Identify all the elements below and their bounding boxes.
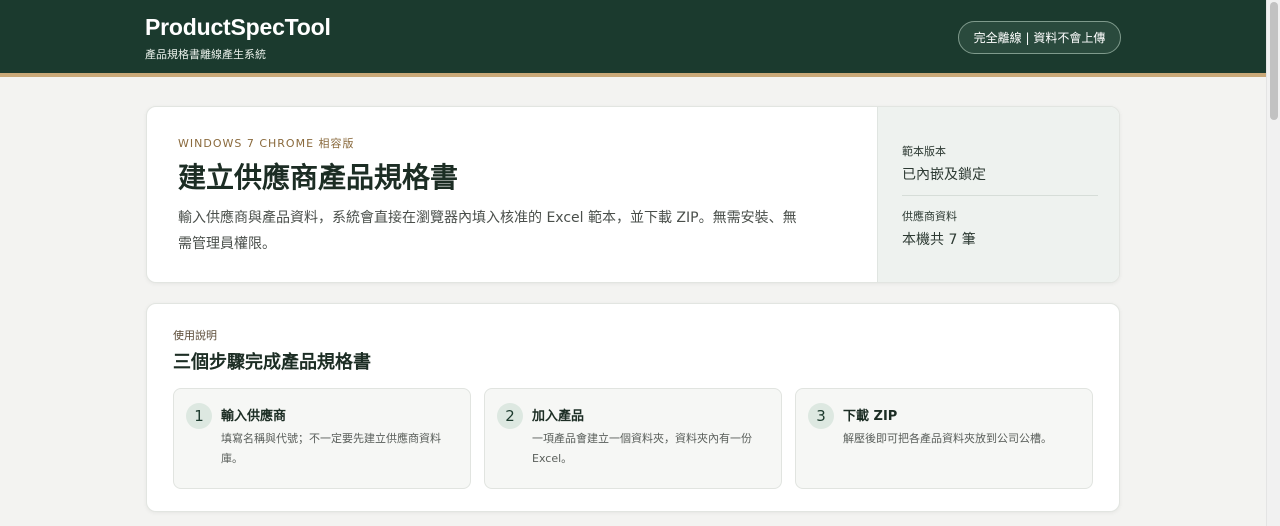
template-version-value: 已內嵌及鎖定: [902, 167, 986, 183]
hero-card: WINDOWS 7 CHROME 相容版 建立供應商產品規格書 輸入供應商與產品…: [146, 106, 1120, 283]
page-title: 建立供應商產品規格書: [178, 161, 459, 194]
hero-description: 輸入供應商與產品資料，系統會直接在瀏覽器內填入核准的 Excel 範本，並下載 …: [178, 210, 797, 252]
supplier-data-label: 供應商資料: [902, 210, 957, 223]
step-desc-3: 解壓後即可把各產品資料夾放到公司公槽。: [843, 432, 1052, 445]
status-panel: 範本版本 已內嵌及鎖定 供應商資料 本機共 7 筆: [877, 107, 1119, 282]
guide-eyebrow: 使用說明: [173, 329, 217, 342]
app-subtitle: 產品規格書離線產生系統: [145, 48, 266, 61]
step-desc-2: 一項產品會建立一個資料夾，資料夾內有一份 Excel。: [532, 432, 752, 465]
guide-title: 三個步驟完成產品規格書: [173, 352, 371, 373]
step-title-3: 下載 ZIP: [843, 409, 898, 424]
hero-eyebrow: WINDOWS 7 CHROME 相容版: [178, 137, 355, 150]
scrollbar-thumb[interactable]: [1270, 2, 1278, 120]
step-card-1: 1 輸入供應商 填寫名稱與代號；不一定要先建立供應商資料庫。: [173, 388, 471, 489]
offline-status-badge: 完全離線 | 資料不會上傳: [958, 21, 1121, 54]
page-scrollbar[interactable]: [1266, 0, 1280, 526]
step-title-1: 輸入供應商: [221, 409, 287, 424]
status-divider: [902, 195, 1098, 196]
template-version-label: 範本版本: [902, 145, 946, 158]
step-card-2: 2 加入產品 一項產品會建立一個資料夾，資料夾內有一份 Excel。: [484, 388, 782, 489]
usage-guide-card: 使用說明 三個步驟完成產品規格書 1 輸入供應商 填寫名稱與代號；不一定要先建立…: [146, 303, 1120, 512]
step-desc-1: 填寫名稱與代號；不一定要先建立供應商資料庫。: [221, 432, 441, 465]
step-number-1: 1: [186, 403, 212, 429]
supplier-data-value: 本機共 7 筆: [902, 232, 976, 248]
app-header: ProductSpecTool 產品規格書離線產生系統 完全離線 | 資料不會上…: [0, 0, 1266, 77]
step-title-2: 加入產品: [532, 409, 585, 424]
step-card-3: 3 下載 ZIP 解壓後即可把各產品資料夾放到公司公槽。: [795, 388, 1093, 489]
step-number-2: 2: [497, 403, 523, 429]
step-number-3: 3: [808, 403, 834, 429]
app-title[interactable]: ProductSpecTool: [145, 14, 331, 41]
